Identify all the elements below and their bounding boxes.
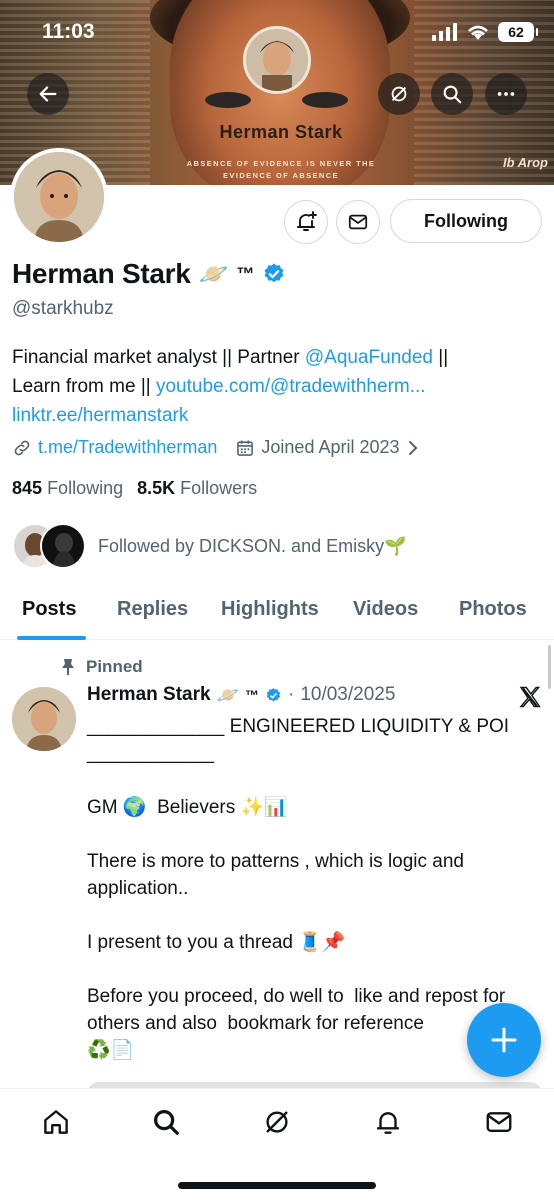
link-icon — [14, 440, 30, 455]
verified-badge-icon[interactable] — [262, 262, 286, 286]
profile-tabs: Posts Replies Highlights Videos Photos — [0, 586, 554, 640]
x-logo-icon — [519, 686, 541, 708]
banner-eye-left — [205, 92, 251, 108]
bio-text: Learn from me || — [12, 376, 156, 397]
followed-by-text: Followed by DICKSON. and Emisky🌱 — [98, 535, 407, 556]
following-button[interactable]: Following — [390, 199, 542, 243]
followers-count-link[interactable]: 8.5K Followers — [137, 478, 257, 499]
nav-messages[interactable] — [479, 1106, 519, 1138]
back-arrow-icon — [39, 86, 57, 102]
nav-search[interactable] — [146, 1106, 186, 1138]
status-icons: 62 — [432, 22, 538, 42]
active-tab-indicator — [17, 636, 86, 640]
bio-linktree-link[interactable]: linktr.ee/hermanstark — [12, 405, 188, 426]
chevron-right-icon — [408, 440, 417, 455]
planet-emoji: 🪐 — [198, 260, 229, 288]
banner-avatar — [243, 26, 311, 94]
bio-text: Financial market analyst || Partner — [12, 347, 305, 368]
profile-meta: t.me/Tradewithherman Joined April 2023 — [12, 437, 420, 458]
profile-handle: @starkhubz — [12, 298, 114, 319]
tab-posts[interactable]: Posts — [22, 598, 76, 621]
status-time: 11:03 — [42, 20, 95, 43]
more-icon — [497, 92, 515, 96]
banner-stamp-text: Ib Arop — [502, 155, 548, 170]
post-separator: · — [287, 684, 295, 705]
grok-icon — [266, 1111, 288, 1133]
signal-icon — [432, 23, 457, 41]
follow-counts: 845 Following 8.5K Followers — [12, 478, 257, 499]
banner-eye-right — [302, 92, 348, 108]
bio-youtube-link[interactable]: youtube.com/@tradewithherm... — [156, 376, 426, 397]
notify-button[interactable] — [284, 200, 328, 244]
wifi-icon — [468, 25, 488, 40]
mail-icon — [348, 214, 368, 230]
pin-icon — [62, 659, 74, 675]
post-header: Herman Stark 🪐 ™ · 10/03/2025 — [87, 684, 395, 706]
post-date[interactable]: 10/03/2025 — [300, 684, 395, 706]
profile-bio: Financial market analyst || Partner @Aqu… — [12, 343, 542, 430]
following-label: Following — [47, 478, 124, 498]
banner-title: Herman Stark — [219, 122, 343, 142]
verified-badge-icon — [266, 687, 281, 701]
battery-indicator: 62 — [498, 22, 538, 42]
post-author-avatar[interactable] — [12, 687, 76, 751]
followers-label: Followers — [180, 478, 258, 498]
nav-home[interactable] — [36, 1106, 76, 1138]
tab-replies[interactable]: Replies — [117, 598, 188, 621]
followers-count: 8.5K — [137, 478, 176, 498]
followed-by-row[interactable]: Followed by DICKSON. and Emisky🌱 — [12, 523, 407, 569]
message-button[interactable] — [336, 200, 380, 244]
notifications-icon — [376, 1112, 400, 1134]
pinned-label: Pinned — [86, 657, 143, 676]
follower-avatar-2 — [40, 523, 86, 569]
website-link[interactable]: t.me/Tradewithherman — [38, 437, 217, 458]
post-text: _____________ ENGINEERED LIQUIDITY & POI… — [87, 716, 510, 1061]
website-item[interactable]: t.me/Tradewithherman — [12, 437, 217, 458]
following-count: 845 — [12, 478, 43, 498]
post-trademark: ™ — [244, 687, 259, 703]
grok-icon — [391, 86, 407, 102]
calendar-icon — [237, 440, 254, 456]
messages-icon — [486, 1112, 512, 1132]
post-author-name[interactable]: Herman Stark — [87, 684, 211, 706]
notification-bell-plus-icon — [297, 211, 317, 231]
more-button[interactable] — [485, 73, 527, 115]
search-icon — [443, 85, 462, 104]
bio-text: || — [433, 347, 449, 368]
search-icon — [153, 1109, 179, 1135]
compose-button[interactable] — [467, 1003, 541, 1077]
joined-item[interactable]: Joined April 2023 — [235, 437, 419, 458]
display-name-row: Herman Stark 🪐 ™ — [12, 258, 286, 290]
banner-tagline: ABSENCE OF EVIDENCE IS NEVER THE EVIDENC… — [186, 159, 376, 180]
grok-button[interactable] — [378, 73, 420, 115]
display-name: Herman Stark — [12, 258, 191, 289]
nav-grok[interactable] — [257, 1106, 297, 1138]
bio-mention-link[interactable]: @AquaFunded — [305, 347, 433, 368]
tab-videos[interactable]: Videos — [353, 598, 418, 621]
tab-highlights[interactable]: Highlights — [221, 598, 319, 621]
following-count-link[interactable]: 845 Following — [12, 478, 123, 499]
home-icon — [44, 1110, 68, 1134]
home-indicator[interactable] — [178, 1182, 376, 1189]
profile-avatar[interactable] — [10, 148, 108, 246]
pinned-indicator: Pinned — [60, 657, 143, 677]
nav-notifications[interactable] — [368, 1106, 408, 1138]
tab-photos[interactable]: Photos — [459, 598, 527, 621]
search-button[interactable] — [431, 73, 473, 115]
plus-icon — [491, 1027, 517, 1053]
back-button[interactable] — [27, 73, 69, 115]
post-author-emoji: 🪐 — [216, 684, 239, 705]
scrollbar[interactable] — [548, 645, 551, 689]
trademark-symbol: ™ — [236, 263, 255, 284]
joined-date: Joined April 2023 — [261, 437, 400, 457]
